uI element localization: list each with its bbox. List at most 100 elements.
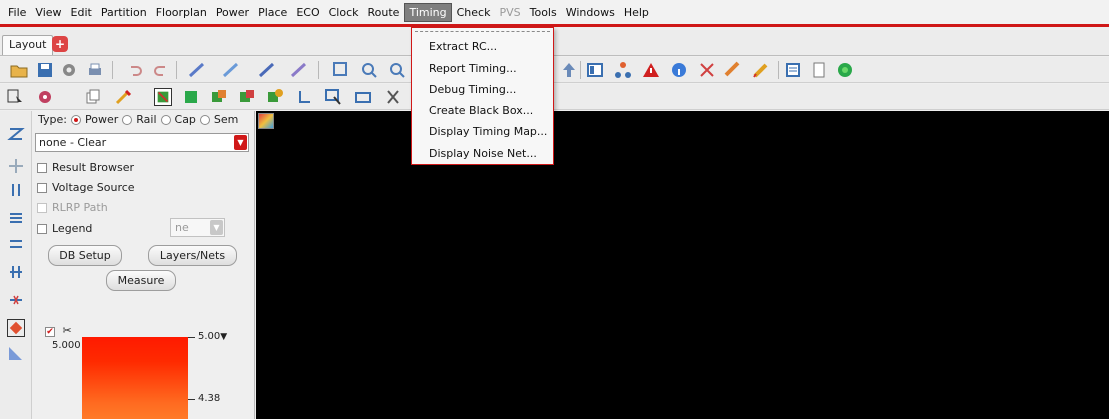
warning-icon[interactable]: [642, 61, 660, 79]
checkbox-box[interactable]: [37, 182, 47, 193]
menu-check[interactable]: Check: [453, 4, 495, 21]
scale-visibility-checkbox[interactable]: ✔ ✂: [45, 324, 72, 337]
cut-icon[interactable]: [384, 88, 402, 106]
copy-icon[interactable]: [84, 88, 102, 106]
module-add-icon[interactable]: [210, 88, 228, 106]
checkbox-box[interactable]: [37, 223, 47, 234]
plus-icon[interactable]: +: [52, 36, 68, 52]
module-fix-icon[interactable]: [266, 88, 284, 106]
toolbar-separator: [112, 61, 113, 79]
checkbox-box[interactable]: [37, 162, 47, 173]
redo-icon[interactable]: [152, 61, 170, 79]
result-browser-checkbox[interactable]: Result Browser: [37, 161, 134, 174]
menu-item-extract-rc[interactable]: Extract RC...: [429, 40, 497, 53]
legend-position-select[interactable]: ne ▼: [170, 218, 225, 237]
pencil-icon[interactable]: [752, 61, 770, 79]
layers-nets-button[interactable]: Layers/Nets: [148, 245, 237, 266]
scale-max-label: 5.00▼: [198, 331, 227, 342]
module-group-icon[interactable]: [238, 88, 256, 106]
menu-item-display-timing-map[interactable]: Display Timing Map...: [429, 125, 547, 138]
violation-icon[interactable]: [698, 61, 716, 79]
ruler-icon[interactable]: [724, 61, 742, 79]
wire-route-icon[interactable]: [222, 61, 240, 79]
flower-icon[interactable]: [36, 88, 54, 106]
layout-canvas[interactable]: [256, 111, 1109, 419]
radio-cap[interactable]: [160, 114, 171, 125]
db-setup-button[interactable]: DB Setup: [48, 245, 122, 266]
menu-route[interactable]: Route: [364, 4, 404, 21]
radio-rail[interactable]: [122, 114, 133, 125]
zoom-box-icon[interactable]: [332, 61, 350, 79]
triangle-ruler-icon[interactable]: [7, 345, 25, 363]
menu-item-report-timing[interactable]: Report Timing...: [429, 62, 517, 75]
menu-edit[interactable]: Edit: [67, 4, 96, 21]
menu-timing[interactable]: Timing: [404, 2, 452, 22]
chevron-down-icon[interactable]: ▼: [210, 220, 223, 235]
zoom-in-icon[interactable]: [360, 61, 378, 79]
menu-file[interactable]: File: [4, 4, 30, 21]
checkmark-icon[interactable]: ✔: [45, 327, 55, 337]
undo-icon[interactable]: [126, 61, 144, 79]
green-module-icon[interactable]: [182, 88, 200, 106]
menu-windows[interactable]: Windows: [562, 4, 619, 21]
color-map-icon[interactable]: [258, 113, 274, 129]
menu-floorplan[interactable]: Floorplan: [152, 4, 211, 21]
toolbar-separator: [318, 61, 319, 79]
wire-delete-icon[interactable]: [258, 61, 276, 79]
menu-pvs[interactable]: PVS: [495, 4, 524, 21]
scissors-icon[interactable]: ✂: [63, 324, 72, 337]
save-icon[interactable]: [36, 61, 54, 79]
menu-item-create-black-box[interactable]: Create Black Box...: [429, 104, 533, 117]
menu-tools[interactable]: Tools: [526, 4, 561, 21]
wire-edit-icon[interactable]: [188, 61, 206, 79]
menu-view[interactable]: View: [31, 4, 65, 21]
stretch-icon[interactable]: [354, 88, 372, 106]
menu-eco[interactable]: ECO: [292, 4, 323, 21]
radio-rail-label: Rail: [136, 113, 157, 126]
zoom-out-icon[interactable]: [388, 61, 406, 79]
grid-icon[interactable]: [7, 263, 25, 281]
brush-icon[interactable]: [114, 88, 132, 106]
color-scale-bar: [82, 337, 188, 419]
voltage-source-checkbox[interactable]: Voltage Source: [37, 181, 135, 194]
radio-sem[interactable]: [199, 114, 210, 125]
menu-tear-off[interactable]: [415, 31, 550, 32]
checkbox-box: [37, 202, 47, 213]
cross-icon[interactable]: [7, 157, 25, 175]
measure-button[interactable]: Measure: [106, 270, 176, 291]
align-middle-icon[interactable]: [7, 235, 25, 253]
info-icon[interactable]: [670, 61, 688, 79]
open-folder-icon[interactable]: [10, 61, 28, 79]
menu-item-debug-timing[interactable]: Debug Timing...: [429, 83, 516, 96]
menu-power[interactable]: Power: [212, 4, 253, 21]
hierarchy-icon[interactable]: [614, 61, 632, 79]
globe-icon[interactable]: [836, 61, 854, 79]
chevron-down-icon[interactable]: ▼: [234, 135, 247, 150]
print-icon[interactable]: [86, 61, 104, 79]
columns-icon[interactable]: [7, 181, 25, 199]
menu-help[interactable]: Help: [620, 4, 653, 21]
legend-checkbox[interactable]: Legend: [37, 222, 92, 235]
arrow-up-icon[interactable]: [560, 61, 578, 79]
menu-clock[interactable]: Clock: [325, 4, 363, 21]
align-top-icon[interactable]: [7, 209, 25, 227]
tab-layout[interactable]: Layout: [2, 35, 54, 55]
layout-view-icon[interactable]: [586, 61, 604, 79]
view-select[interactable]: none - Clear ▼: [35, 133, 249, 152]
menu-item-display-noise-net[interactable]: Display Noise Net...: [429, 147, 537, 160]
wire-select-icon[interactable]: [290, 61, 308, 79]
properties-icon[interactable]: [784, 61, 802, 79]
select-area-icon[interactable]: [324, 88, 342, 106]
triangle-down-icon[interactable]: ▼: [220, 332, 227, 342]
route-icon[interactable]: [7, 125, 25, 143]
radio-power[interactable]: [70, 114, 81, 125]
power-map-icon[interactable]: [7, 319, 25, 337]
wire-bend-icon[interactable]: [296, 88, 314, 106]
select-pointer-icon[interactable]: [6, 88, 24, 106]
menu-place[interactable]: Place: [254, 4, 291, 21]
gear-icon[interactable]: [60, 61, 78, 79]
spacing-icon[interactable]: [7, 291, 25, 309]
document-icon[interactable]: [810, 61, 828, 79]
chip-view-icon[interactable]: [154, 88, 172, 106]
menu-partition[interactable]: Partition: [97, 4, 151, 21]
